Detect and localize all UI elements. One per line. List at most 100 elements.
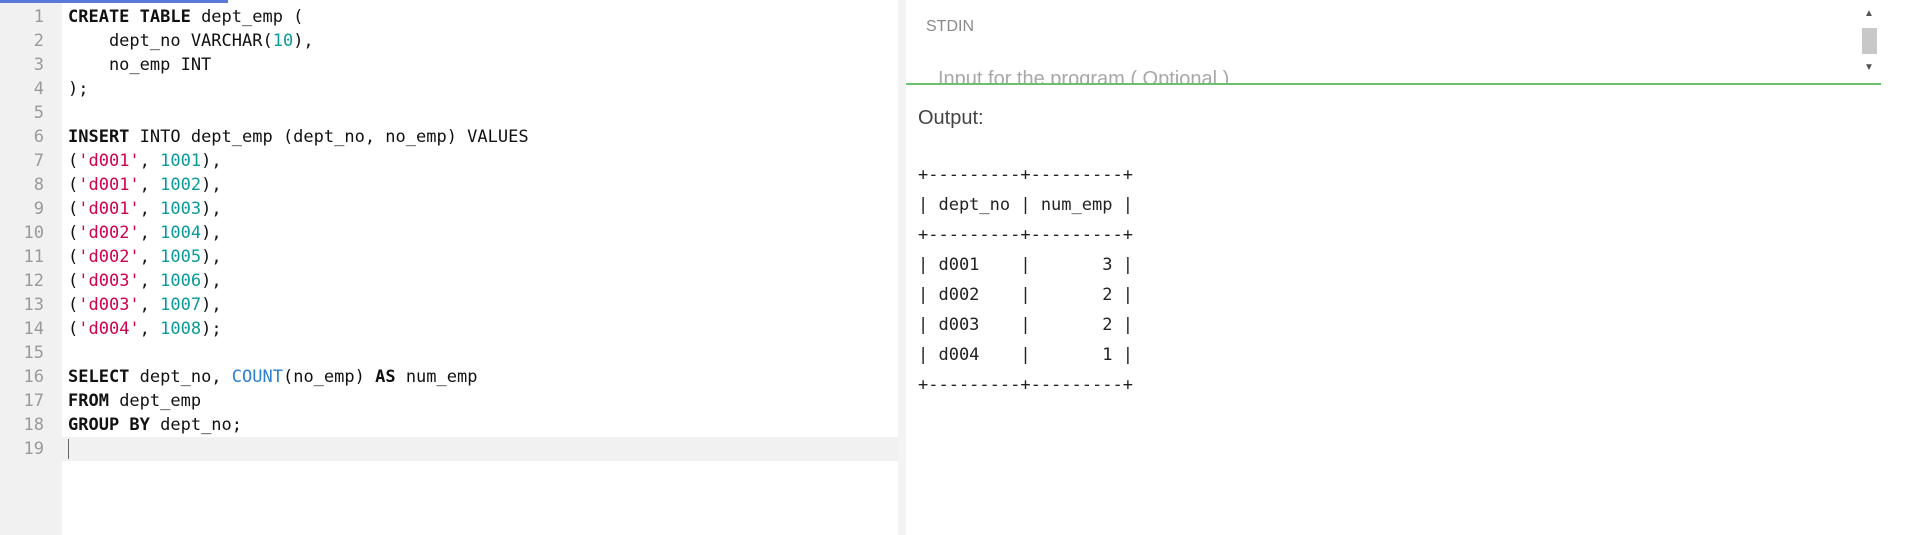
code-token: 'd004' [78,319,140,339]
code-token: 'd003' [78,271,140,291]
code-token: dept_no, [129,367,232,387]
code-token: 1005 [160,247,202,267]
code-token: ), [201,223,222,243]
code-line[interactable]: 6 INSERT INTO dept_emp (dept_no, no_emp) … [0,125,898,149]
code-token: , [139,295,161,315]
code-line[interactable]: 17 FROM dept_emp [0,389,898,413]
code-token: INTO dept_emp (dept_no, no_emp) VALUES [129,127,529,147]
code-token: 'd002' [78,247,140,267]
code-token: 1002 [160,175,202,195]
code-token: ( [68,295,79,315]
code-token: ); [201,319,222,339]
line-number: 17 [23,391,44,411]
code-token: 'd001' [78,199,140,219]
line-number: 4 [33,79,44,99]
code-line[interactable]: 1 CREATE TABLE dept_emp ( [0,5,898,29]
output-text: +---------+---------+ | dept_no | num_em… [918,165,1133,395]
line-number: 6 [33,127,44,147]
code-token: FROM [68,391,109,411]
code-line[interactable]: 4); [0,77,898,101]
code-text[interactable]: ('d004', 1008); [68,317,222,341]
code-text[interactable]: ('d001', 1003), [68,197,222,221]
code-token: 10 [272,31,294,51]
stdin-scrollbar[interactable]: ▲ ▼ [1856,5,1882,81]
code-line[interactable]: 11 ('d002', 1005), [0,245,898,269]
code-line[interactable]: 2 dept_no VARCHAR(10), [0,29,898,53]
io-panel: STDIN Input for the program ( Optional )… [906,0,1905,535]
scroll-up-icon[interactable]: ▲ [1856,5,1882,23]
code-line[interactable]: 18 GROUP BY dept_no; [0,413,898,437]
code-line[interactable]: 14 ('d004', 1008); [0,317,898,341]
code-line[interactable]: 19 [0,437,898,461]
line-number: 9 [33,199,44,219]
line-number: 3 [33,55,44,75]
code-token: ( [68,247,79,267]
code-line[interactable]: 16 SELECT dept_no, COUNT(no_emp) AS num_e… [0,365,898,389]
code-token: 1008 [160,319,202,339]
code-token: ), [201,247,222,267]
line-number: 15 [23,343,44,363]
code-token: num_emp [395,367,478,387]
code-token: 1001 [160,151,202,171]
code-token: ( [68,223,79,243]
code-token: dept_emp ( [190,7,304,27]
scrollbar-thumb[interactable] [1862,28,1877,54]
code-text[interactable]: FROM dept_emp [68,389,201,413]
line-number: 13 [23,295,44,315]
scroll-down-icon[interactable]: ▼ [1856,59,1882,77]
code-text[interactable]: INSERT INTO dept_emp (dept_no, no_emp) V… [68,125,529,149]
code-token: no_emp INT [68,55,212,75]
code-line[interactable]: 15 [0,341,898,365]
code-text[interactable]: ('d002', 1004), [68,221,222,245]
code-text[interactable] [68,437,69,461]
code-text[interactable]: GROUP BY dept_no; [68,413,242,437]
code-line[interactable]: 9 ('d001', 1003), [0,197,898,221]
code-token: ), [201,271,222,291]
line-number: 8 [33,175,44,195]
stdin-input[interactable]: STDIN Input for the program ( Optional ) [906,5,1881,85]
code-token: COUNT [231,367,283,387]
line-number: 16 [23,367,44,387]
code-line[interactable]: 13 ('d003', 1007), [0,293,898,317]
code-text[interactable]: ('d001', 1001), [68,149,222,173]
code-line[interactable]: 12 ('d003', 1006), [0,269,898,293]
line-number: 5 [33,103,44,123]
code-line[interactable]: 3 no_emp INT [0,53,898,77]
code-line[interactable]: 5 [0,101,898,125]
code-text[interactable]: ('d003', 1006), [68,269,222,293]
code-line[interactable]: 10 ('d002', 1004), [0,221,898,245]
code-token: ), [201,151,222,171]
code-token: ), [201,295,222,315]
code-text[interactable]: CREATE TABLE dept_emp ( [68,5,303,29]
code-token: 'd003' [78,295,140,315]
code-token: 1004 [160,223,202,243]
line-number: 14 [23,319,44,339]
code-token: ( [68,199,79,219]
code-token: ( [68,319,79,339]
line-number: 18 [23,415,44,435]
code-token: ( [68,175,79,195]
code-lines[interactable]: 1 CREATE TABLE dept_emp (2 dept_no VARCHA… [0,0,898,461]
code-token: , [139,271,161,291]
code-text[interactable]: ); [68,77,88,101]
code-line[interactable]: 8 ('d001', 1002), [0,173,898,197]
code-text[interactable]: ('d001', 1002), [68,173,222,197]
stdin-placeholder[interactable]: Input for the program ( Optional ) [938,68,1229,83]
code-text[interactable]: ('d003', 1007), [68,293,222,317]
code-text[interactable]: ('d002', 1005), [68,245,222,269]
code-token: 'd001' [78,151,140,171]
code-text[interactable]: no_emp INT [68,53,211,77]
code-token: 1007 [160,295,202,315]
line-number: 11 [23,247,44,267]
code-token: ); [68,79,89,99]
code-token: 1003 [160,199,202,219]
code-token: 'd001' [78,175,140,195]
code-editor[interactable]: 1 CREATE TABLE dept_emp (2 dept_no VARCHA… [0,0,898,535]
code-text[interactable]: dept_no VARCHAR(10), [68,29,314,53]
code-token: AS [375,367,396,387]
code-token: , [139,319,161,339]
code-line[interactable]: 7 ('d001', 1001), [0,149,898,173]
code-token: SELECT [68,367,130,387]
code-token: , [139,199,161,219]
code-text[interactable]: SELECT dept_no, COUNT(no_emp) AS num_emp [68,365,477,389]
